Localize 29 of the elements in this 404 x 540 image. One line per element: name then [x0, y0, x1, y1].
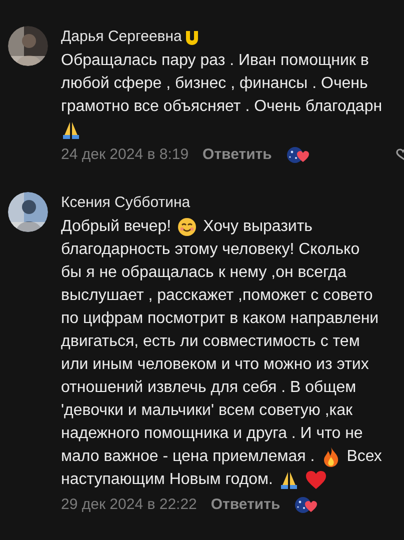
- author-name[interactable]: Ксения Субботина: [61, 192, 190, 215]
- comment-text: наступающим Новым годом.: [61, 470, 273, 490]
- comment-text: по цифрам посмотрит в каком направлени: [61, 308, 379, 328]
- reactions-icon: [286, 146, 310, 164]
- comment-text: 'девочки и мальчики' всем советую ,как: [61, 400, 353, 420]
- comment-text: двигаться, есть ли совместимость с тем: [61, 332, 360, 352]
- comment-text: или иным человеком и что можно из этих: [61, 354, 369, 374]
- comment-text: Хочу выразить: [203, 216, 312, 236]
- comment-text: благодарность этому человеку! Сколько: [61, 240, 360, 260]
- comment-text: грамотно все объясняет . Очень благодарн: [61, 96, 382, 116]
- heart-icon: [304, 470, 327, 490]
- comment-text: Обращалась пару раз . Иван помощник в: [61, 50, 369, 70]
- comment-text: надежного помощника и друга . И что не: [61, 424, 363, 444]
- praying-hands-icon: [278, 470, 299, 490]
- reply-link[interactable]: Ответить: [202, 144, 272, 166]
- comment-text: мало важное - цена приемлемая .: [61, 446, 315, 466]
- author-name[interactable]: Дарья Сергеевна: [61, 26, 182, 49]
- reply-link[interactable]: Ответить: [210, 494, 280, 516]
- comment-text: Всех: [346, 446, 382, 466]
- comment-text: любой сфере , бизнес , финансы . Очень: [61, 74, 368, 94]
- comment-text: отношений извлечь для себя . В общем: [61, 378, 356, 398]
- comment-text: выслушает , расскажет ,поможет с совето: [61, 286, 373, 306]
- smiling-face-icon: [177, 216, 198, 236]
- comment-text: Добрый вечер!: [61, 216, 172, 236]
- comment-date: 24 дек 2024 в 8:19: [61, 144, 189, 165]
- comment-date: 29 дек 2024 в 22:22: [61, 494, 197, 515]
- reactions-icon: [294, 496, 318, 514]
- praying-hands-icon: [61, 120, 81, 140]
- comment-text: бы я не обращалась к нему ,он всегда: [61, 262, 346, 282]
